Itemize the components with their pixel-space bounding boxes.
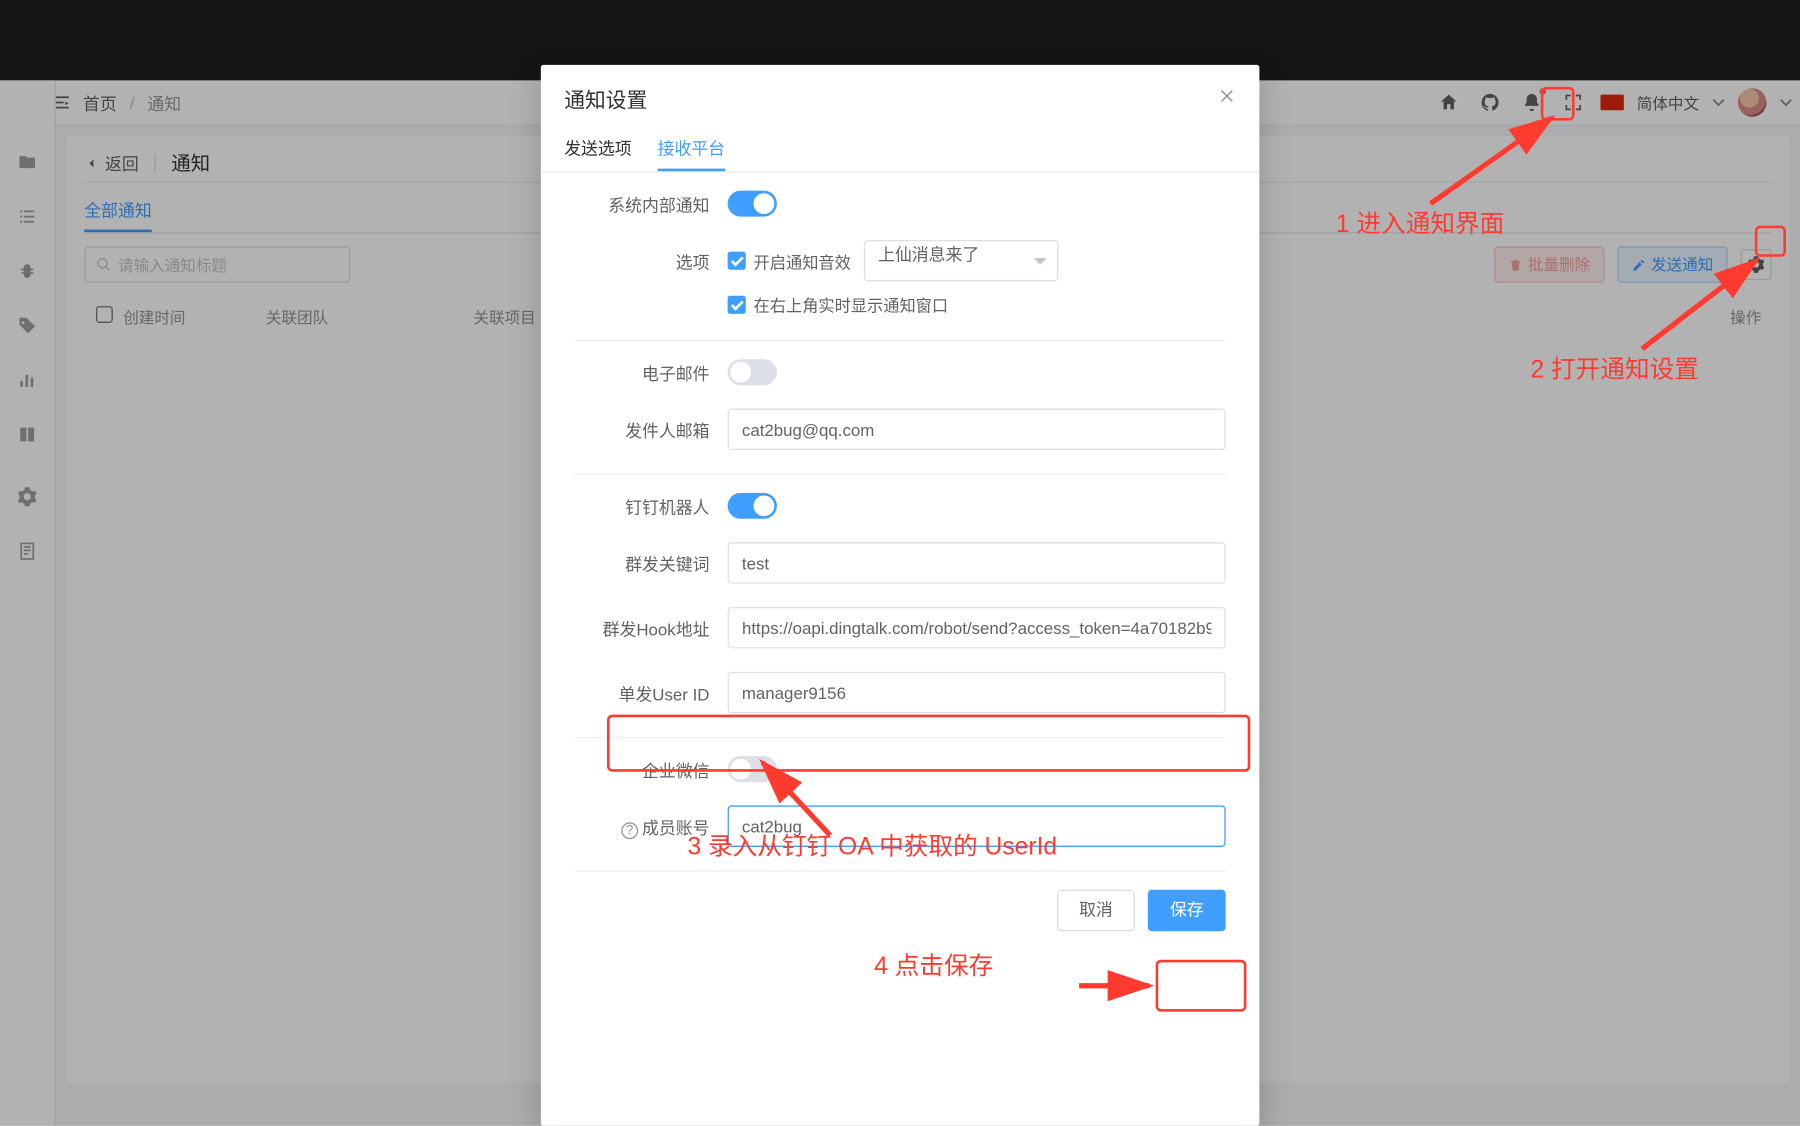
field-label-email: 电子邮件 [575,360,728,385]
modal-close-button[interactable] [1218,86,1236,111]
cancel-button[interactable]: 取消 [1057,890,1135,932]
dingtalk-hook-input[interactable] [728,607,1226,649]
field-label-dingtalk: 钉钉机器人 [575,494,728,519]
email-switch[interactable] [728,359,777,385]
notice-settings-modal: 通知设置 发送选项 接收平台 系统内部通知 选项 开启通知音效 上仙消息来了 [541,65,1260,1126]
field-label-userid: 单发User ID [575,680,728,705]
field-label-hook: 群发Hook地址 [575,615,728,640]
field-label-keyword: 群发关键词 [575,551,728,576]
save-button[interactable]: 保存 [1148,890,1226,932]
modal-title: 通知设置 [564,83,647,114]
field-label-system: 系统内部通知 [575,191,728,216]
modal-tab-send[interactable]: 发送选项 [564,127,631,171]
system-notice-switch[interactable] [728,191,777,217]
wechat-account-input[interactable] [728,805,1226,847]
dingtalk-keyword-input[interactable] [728,542,1226,584]
float-checkbox[interactable]: 在右上角实时显示通知窗口 [728,292,949,317]
modal-mask[interactable]: 通知设置 发送选项 接收平台 系统内部通知 选项 开启通知音效 上仙消息来了 [0,0,1800,1126]
sound-select[interactable]: 上仙消息来了 [864,240,1059,282]
dingtalk-switch[interactable] [728,493,777,519]
field-label-wechat: 企业微信 [575,757,728,782]
field-label-options: 选项 [575,248,728,273]
sound-checkbox[interactable]: 开启通知音效 [728,248,851,273]
field-label-account: ?成员账号 [575,814,728,839]
field-label-sender: 发件人邮箱 [575,417,728,442]
wechat-switch[interactable] [728,756,777,782]
modal-tab-receive[interactable]: 接收平台 [658,127,725,171]
close-icon [1218,86,1236,104]
sender-email-input[interactable] [728,409,1226,451]
dingtalk-userid-input[interactable] [728,672,1226,714]
